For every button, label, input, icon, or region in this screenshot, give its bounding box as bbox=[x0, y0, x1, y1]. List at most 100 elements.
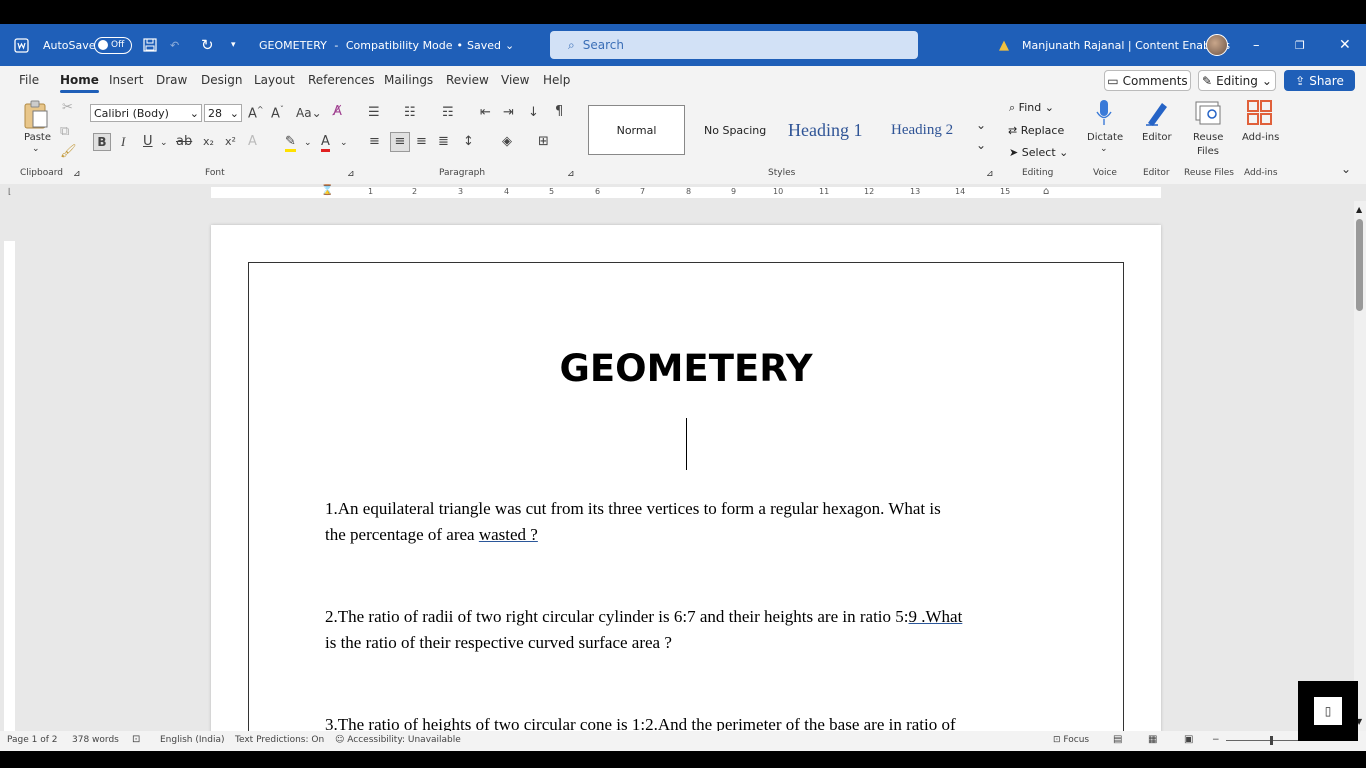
tab-home[interactable]: Home bbox=[60, 73, 99, 93]
tab-insert[interactable]: Insert bbox=[109, 73, 143, 87]
dialog-launcher-icon[interactable]: ⊿ bbox=[73, 169, 81, 179]
style-heading-1[interactable]: Heading 1 bbox=[788, 120, 862, 141]
chevron-down-icon[interactable]: ⌄ bbox=[304, 138, 312, 148]
web-layout-icon[interactable]: ▣ bbox=[1184, 734, 1193, 745]
copy-icon[interactable]: ⧉ bbox=[60, 124, 69, 139]
editor-icon[interactable] bbox=[1144, 99, 1170, 131]
scroll-up-icon[interactable]: ▲ bbox=[1356, 205, 1362, 214]
paste-button[interactable] bbox=[22, 100, 50, 134]
align-right-icon[interactable]: ≡ bbox=[416, 134, 427, 149]
cut-icon[interactable]: ✂ bbox=[62, 100, 73, 115]
indent-marker-icon[interactable]: ⌛ bbox=[321, 185, 333, 196]
add-ins-icon[interactable] bbox=[1247, 100, 1273, 130]
justify-icon[interactable]: ≣ bbox=[438, 134, 449, 149]
tab-layout[interactable]: Layout bbox=[254, 73, 295, 87]
restore-icon[interactable]: ❐ bbox=[1295, 24, 1305, 66]
tab-review[interactable]: Review bbox=[446, 73, 489, 87]
chevron-down-icon[interactable]: ⌄ bbox=[1100, 144, 1108, 154]
zoom-slider[interactable] bbox=[1226, 740, 1298, 741]
tab-view[interactable]: View bbox=[501, 73, 529, 87]
line-spacing-icon[interactable]: ↕ bbox=[463, 134, 474, 149]
italic-button[interactable]: I bbox=[121, 134, 125, 150]
shading-icon[interactable]: ◈ bbox=[502, 134, 512, 149]
document-page[interactable]: GEOMETERY 1.An equilateral triangle was … bbox=[211, 225, 1161, 731]
shrink-font-icon[interactable]: Aˇ bbox=[271, 105, 284, 121]
close-icon[interactable]: ✕ bbox=[1339, 24, 1351, 66]
styles-scroll-icon[interactable]: ⌄ bbox=[976, 118, 986, 132]
font-size-select[interactable]: 28 ⌄ bbox=[204, 104, 242, 122]
multilevel-list-icon[interactable]: ☶ bbox=[442, 105, 454, 120]
chevron-down-icon[interactable]: ⌄ bbox=[160, 138, 168, 148]
decrease-indent-icon[interactable]: ⇤ bbox=[480, 105, 491, 120]
reuse-label[interactable]: Reuse bbox=[1193, 132, 1223, 143]
style-no-spacing[interactable]: No Spacing bbox=[704, 124, 766, 137]
overlay-widget[interactable]: ▯ bbox=[1298, 681, 1358, 741]
editing-mode-button[interactable]: ✎ Editing ⌄ bbox=[1198, 70, 1276, 91]
text-predictions[interactable]: Text Predictions: On bbox=[235, 735, 324, 745]
document-heading[interactable]: GEOMETERY bbox=[211, 347, 1161, 390]
tab-selector-icon[interactable]: ⌊ bbox=[8, 187, 11, 196]
clear-formatting-icon[interactable]: A̸ bbox=[333, 104, 342, 119]
format-painter-icon[interactable]: 🖌 bbox=[60, 144, 77, 159]
vertical-scrollbar[interactable]: ▲ ▼ bbox=[1354, 201, 1366, 731]
text-effects-icon[interactable]: A bbox=[248, 134, 257, 149]
document-canvas[interactable]: GEOMETERY 1.An equilateral triangle was … bbox=[0, 201, 1354, 731]
redo-icon[interactable]: ↻ bbox=[201, 24, 214, 66]
add-ins-label[interactable]: Add-ins bbox=[1242, 132, 1279, 143]
styles-more-icon[interactable]: ⌄ bbox=[976, 138, 986, 152]
zoom-slider-thumb[interactable] bbox=[1270, 736, 1273, 745]
sort-icon[interactable]: ↓ bbox=[528, 105, 539, 120]
numbering-icon[interactable]: ☷ bbox=[404, 105, 416, 120]
bullets-icon[interactable]: ☰ bbox=[368, 105, 380, 120]
microphone-icon[interactable] bbox=[1095, 99, 1113, 131]
tab-mailings[interactable]: Mailings bbox=[384, 73, 433, 87]
dialog-launcher-icon[interactable]: ⊿ bbox=[567, 169, 575, 179]
change-case-icon[interactable]: Aa⌄ bbox=[296, 106, 322, 120]
comments-button[interactable]: ▭ Comments bbox=[1104, 70, 1191, 91]
tab-references[interactable]: References bbox=[308, 73, 375, 87]
dialog-launcher-icon[interactable]: ⊿ bbox=[986, 169, 994, 179]
show-formatting-icon[interactable]: ¶ bbox=[555, 104, 563, 119]
dialog-launcher-icon[interactable]: ⊿ bbox=[347, 169, 355, 179]
bold-button[interactable]: B bbox=[93, 133, 111, 151]
tab-file[interactable]: File bbox=[19, 73, 39, 87]
font-color-icon[interactable]: A bbox=[321, 134, 330, 152]
underline-button[interactable]: U bbox=[143, 134, 153, 149]
right-indent-marker-icon[interactable]: ⌂ bbox=[1043, 186, 1049, 197]
autosave-toggle[interactable]: Off bbox=[94, 24, 132, 66]
superscript-icon[interactable]: x² bbox=[225, 135, 236, 148]
tab-help[interactable]: Help bbox=[543, 73, 570, 87]
find-button[interactable]: ⌕ Find ⌄ bbox=[1009, 101, 1054, 115]
zoom-out-icon[interactable]: − bbox=[1212, 735, 1220, 745]
save-icon[interactable] bbox=[143, 24, 157, 66]
read-mode-icon[interactable]: ▤ bbox=[1113, 734, 1122, 745]
minimize-icon[interactable]: – bbox=[1253, 24, 1260, 66]
word-count[interactable]: 378 words bbox=[72, 735, 119, 745]
focus-button[interactable]: ⊡ Focus bbox=[1053, 735, 1089, 745]
question-1[interactable]: 1.An equilateral triangle was cut from i… bbox=[325, 496, 1055, 548]
select-button[interactable]: ➤ Select ⌄ bbox=[1009, 146, 1068, 159]
align-left-icon[interactable]: ≡ bbox=[369, 134, 380, 149]
document-title[interactable]: GEOMETERY - Compatibility Mode • Saved ⌄ bbox=[259, 24, 514, 66]
customize-toolbar-icon[interactable]: ▾ bbox=[231, 24, 236, 66]
style-heading-2[interactable]: Heading 2 bbox=[891, 122, 953, 139]
tab-design[interactable]: Design bbox=[201, 73, 242, 87]
style-normal[interactable]: Normal bbox=[588, 105, 685, 155]
warning-icon[interactable]: ▲ bbox=[999, 24, 1009, 66]
chevron-down-icon[interactable]: ⌄ bbox=[340, 138, 348, 148]
font-name-select[interactable]: Calibri (Body) ⌄ bbox=[90, 104, 202, 122]
borders-icon[interactable]: ⊞ bbox=[538, 134, 549, 149]
page-count[interactable]: Page 1 of 2 bbox=[7, 735, 58, 745]
share-button[interactable]: ⇪ Share bbox=[1284, 70, 1355, 91]
align-center-icon[interactable]: ≡ bbox=[390, 132, 410, 152]
subscript-icon[interactable]: x₂ bbox=[203, 135, 214, 148]
tab-draw[interactable]: Draw bbox=[156, 73, 187, 87]
grow-font-icon[interactable]: A^ bbox=[248, 105, 264, 121]
files-label[interactable]: Files bbox=[1197, 146, 1219, 157]
user-name[interactable]: Manjunath Rajanal | Content Enablers bbox=[1022, 24, 1230, 66]
question-2[interactable]: 2.The ratio of radii of two right circul… bbox=[325, 604, 1055, 656]
horizontal-ruler[interactable]: ⌊ ⌛ ⌂ 1 2 3 4 5 6 7 8 9 10 11 12 13 14 1… bbox=[0, 184, 1366, 201]
collapse-ribbon-icon[interactable]: ⌄ bbox=[1341, 162, 1351, 176]
scrollbar-thumb[interactable] bbox=[1356, 219, 1363, 311]
dictate-label[interactable]: Dictate bbox=[1087, 132, 1123, 143]
